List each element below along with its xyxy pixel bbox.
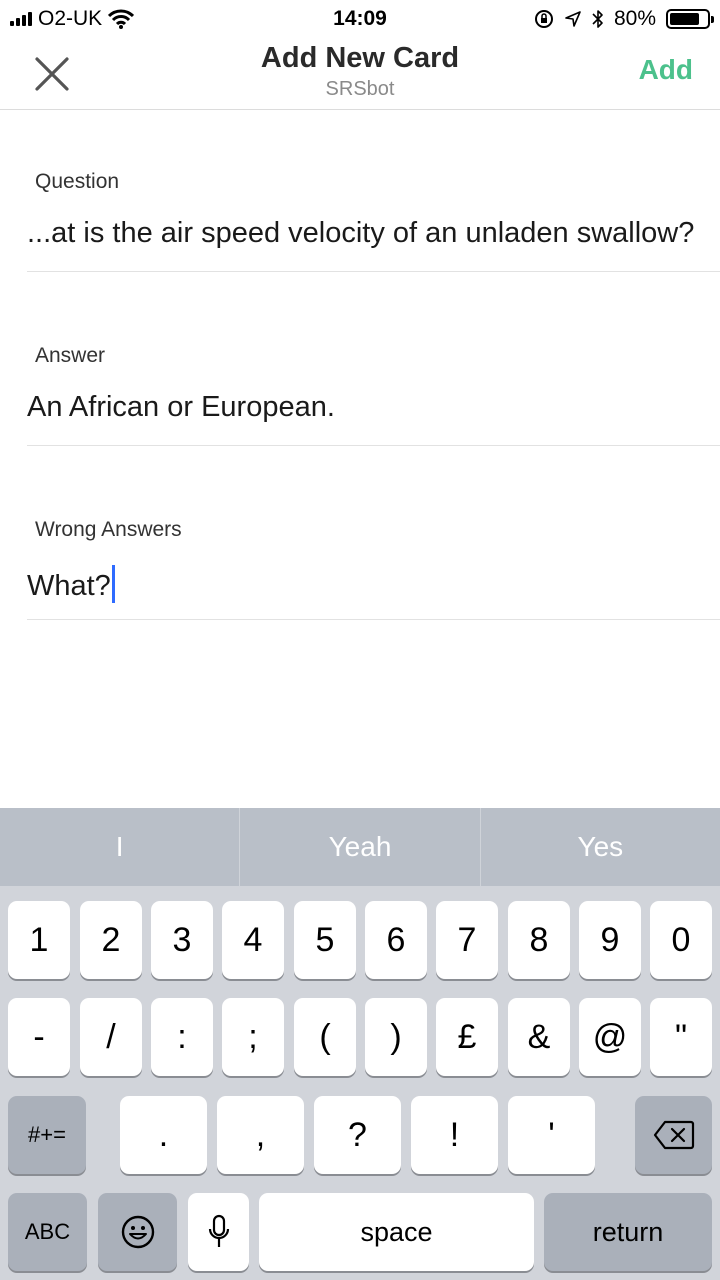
key-exclamation[interactable]: ! <box>411 1096 498 1174</box>
key-apostrophe[interactable]: ' <box>508 1096 595 1174</box>
suggestion-3[interactable]: Yes <box>481 808 720 886</box>
key-abc[interactable]: ABC <box>8 1193 87 1271</box>
key-8[interactable]: 8 <box>508 901 570 979</box>
key-hyphen[interactable]: - <box>8 998 70 1076</box>
answer-divider <box>27 445 720 446</box>
question-input[interactable]: ...at is the air speed velocity of an un… <box>27 217 720 265</box>
backspace-icon <box>653 1120 695 1150</box>
battery-percent: 80% <box>613 7 656 30</box>
status-bar: O2-UK 14:09 80% <box>0 0 720 38</box>
page-title: Add New Card <box>260 42 460 74</box>
page-subtitle: SRSbot <box>325 78 395 100</box>
key-slash[interactable]: / <box>80 998 142 1076</box>
key-2[interactable]: 2 <box>80 901 142 979</box>
microphone-icon <box>208 1214 230 1250</box>
key-ampersand[interactable]: & <box>508 998 570 1076</box>
add-button[interactable]: Add <box>639 54 693 86</box>
nav-bar: Add New Card SRSbot Add <box>0 38 720 110</box>
key-0[interactable]: 0 <box>650 901 712 979</box>
answer-label: Answer <box>35 344 106 367</box>
emoji-key[interactable] <box>98 1193 177 1271</box>
key-5[interactable]: 5 <box>294 901 356 979</box>
return-key[interactable]: return <box>544 1193 712 1271</box>
key-4[interactable]: 4 <box>222 901 284 979</box>
key-comma[interactable]: , <box>217 1096 304 1174</box>
dictation-key[interactable] <box>188 1193 249 1271</box>
suggestion-1[interactable]: I <box>0 808 239 886</box>
wrong-answers-value: What? <box>27 570 111 602</box>
bluetooth-icon <box>592 9 604 29</box>
key-more-symbols[interactable]: #+= <box>8 1096 86 1174</box>
key-6[interactable]: 6 <box>365 901 427 979</box>
key-quote[interactable]: " <box>650 998 712 1076</box>
key-semicolon[interactable]: ; <box>222 998 284 1076</box>
space-key[interactable]: space <box>259 1193 534 1271</box>
key-1[interactable]: 1 <box>8 901 70 979</box>
key-at[interactable]: @ <box>579 998 641 1076</box>
key-pound[interactable]: £ <box>436 998 498 1076</box>
emoji-icon <box>120 1214 156 1250</box>
key-9[interactable]: 9 <box>579 901 641 979</box>
key-open-paren[interactable]: ( <box>294 998 356 1076</box>
battery-icon <box>666 9 714 29</box>
key-7[interactable]: 7 <box>436 901 498 979</box>
key-close-paren[interactable]: ) <box>365 998 427 1076</box>
backspace-key[interactable] <box>635 1096 712 1174</box>
wrong-answers-divider <box>27 619 720 620</box>
status-right: 80% <box>534 7 714 31</box>
suggestion-2[interactable]: Yeah <box>240 808 479 886</box>
key-period[interactable]: . <box>120 1096 207 1174</box>
question-divider <box>27 271 720 272</box>
text-cursor <box>111 565 115 603</box>
keyboard: I Yeah Yes 1 2 3 4 5 6 7 8 9 0 - / : ; (… <box>0 808 720 1280</box>
wrong-answers-label: Wrong Answers <box>35 518 182 541</box>
location-icon <box>564 10 582 28</box>
key-colon[interactable]: : <box>151 998 213 1076</box>
wrong-answers-input[interactable]: What? <box>27 565 720 613</box>
question-label: Question <box>35 170 120 193</box>
suggestion-bar: I Yeah Yes <box>0 808 720 886</box>
key-3[interactable]: 3 <box>151 901 213 979</box>
answer-input[interactable]: An African or European. <box>27 391 720 439</box>
key-question[interactable]: ? <box>314 1096 401 1174</box>
orientation-lock-icon <box>534 9 554 29</box>
